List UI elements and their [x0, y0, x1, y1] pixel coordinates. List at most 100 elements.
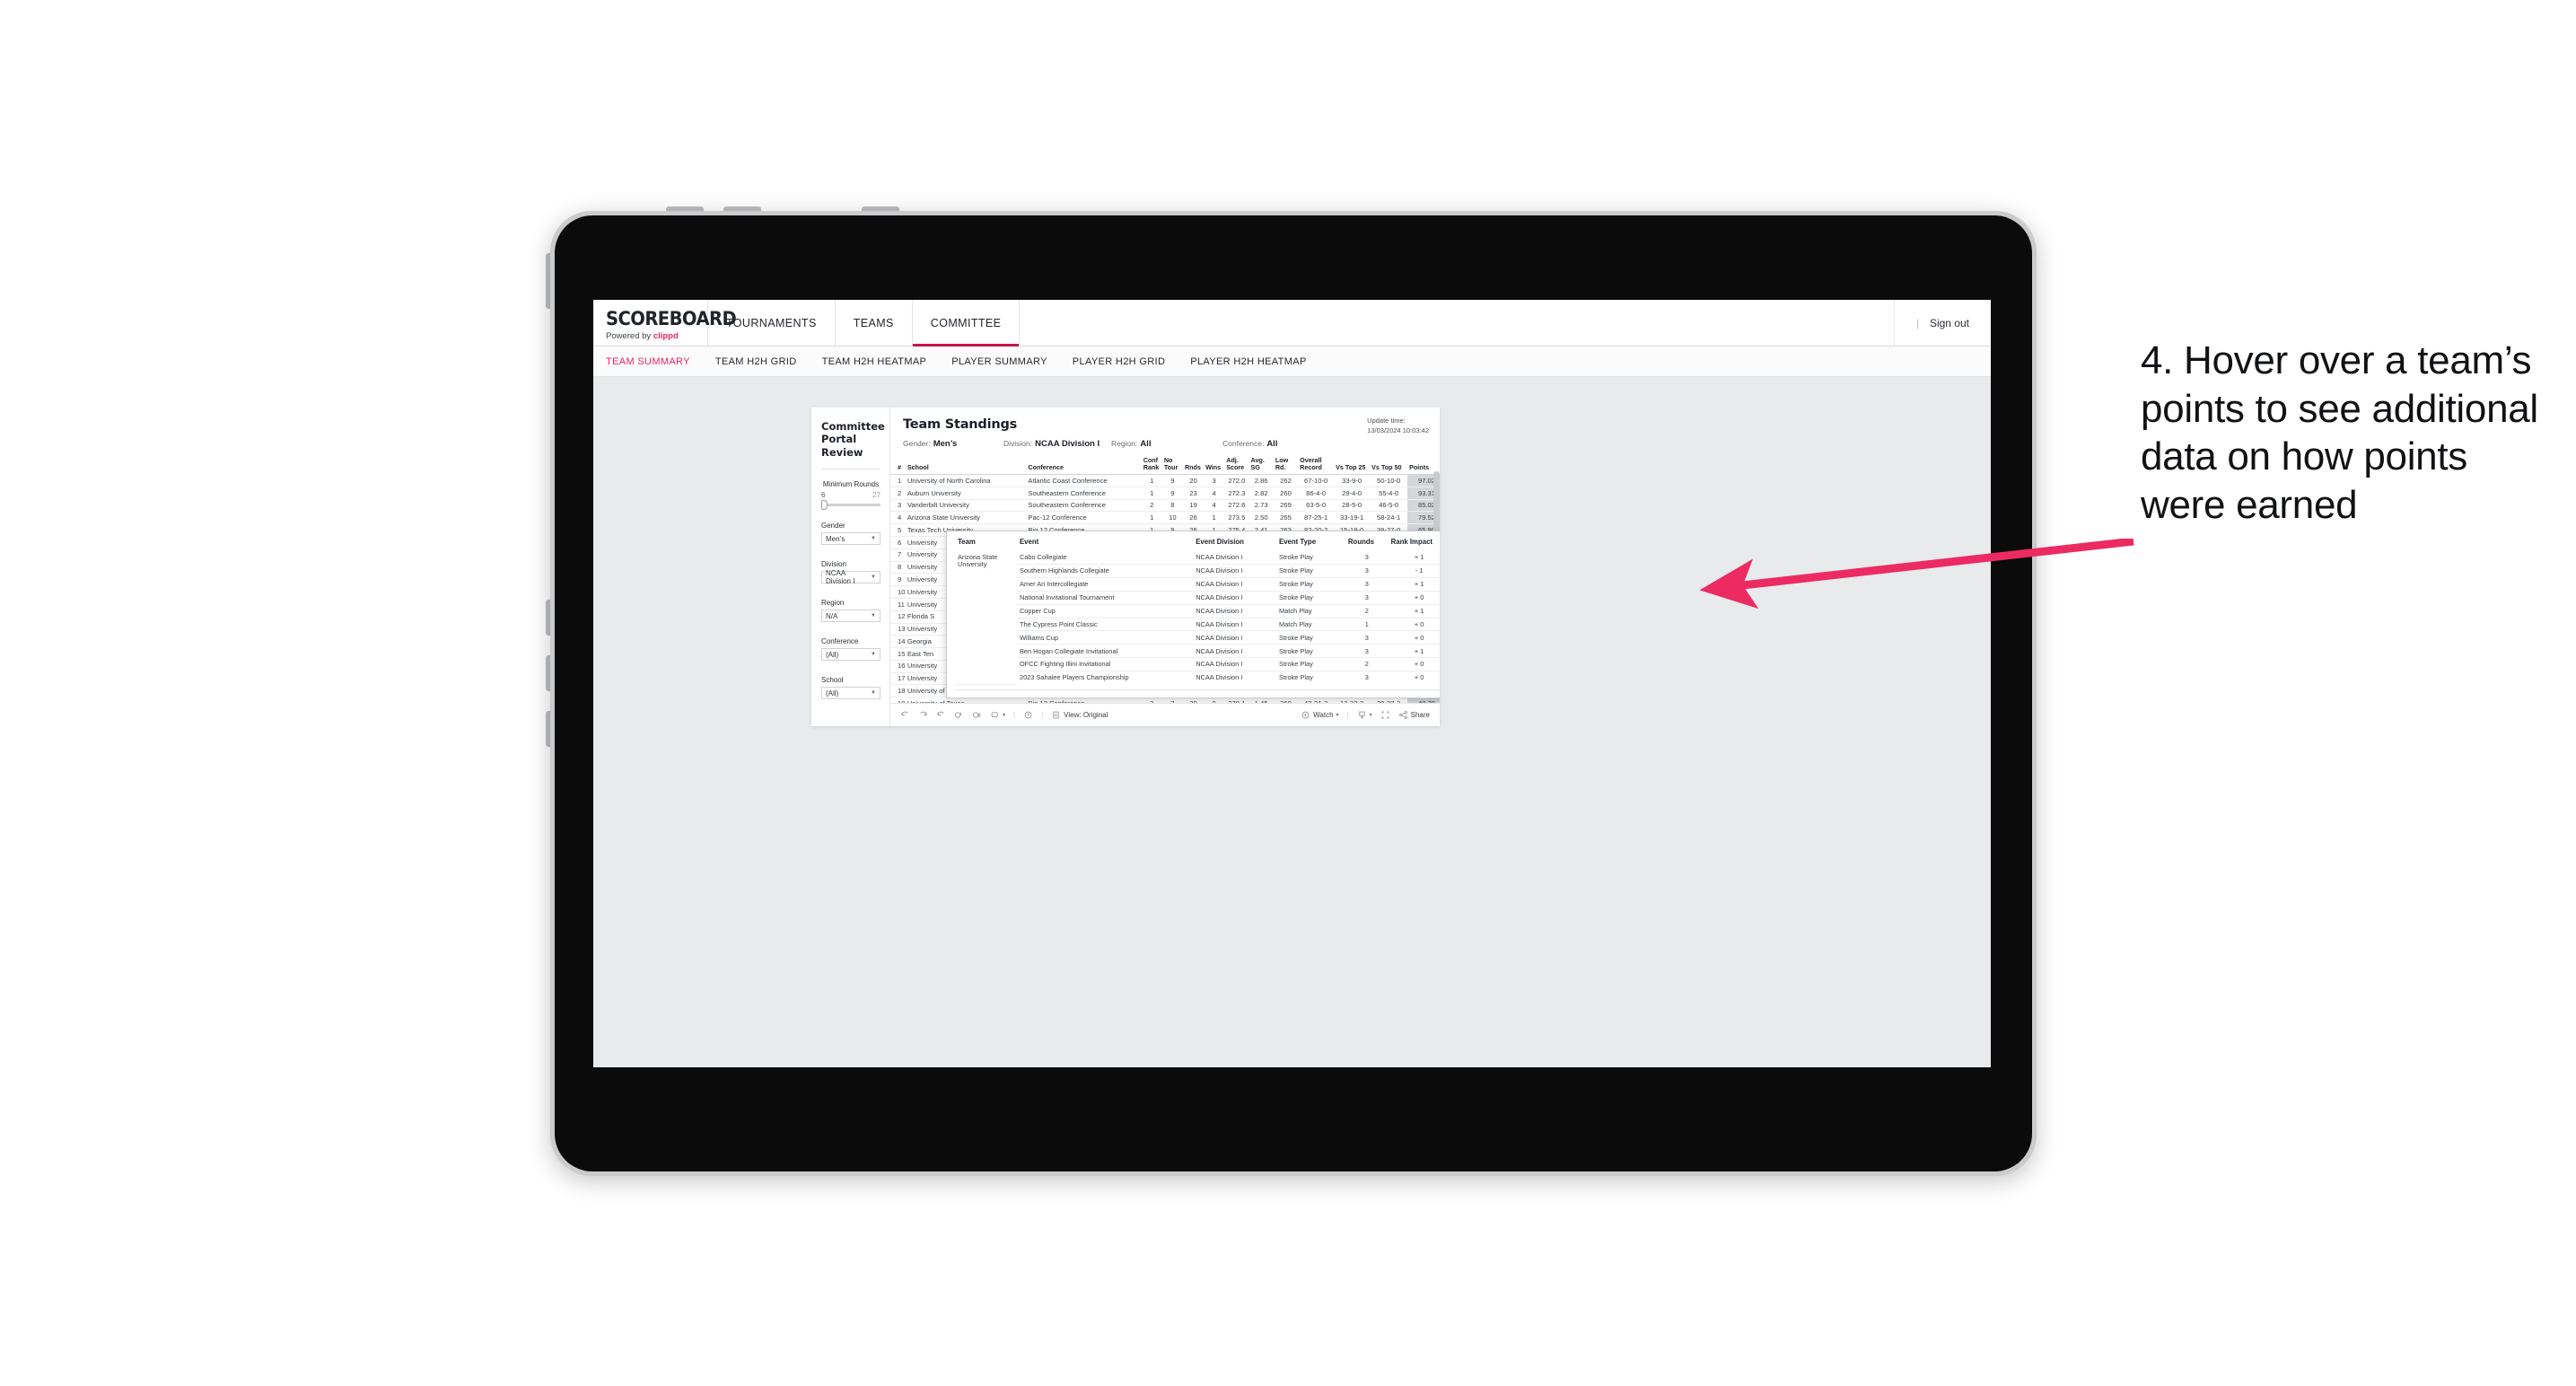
view-original-button[interactable]: View: Original [1051, 710, 1108, 720]
col-rank[interactable]: # [890, 457, 906, 476]
filter-select-school[interactable]: (All) ▼ [821, 687, 881, 700]
filter-school: School (All) ▼ [821, 676, 881, 700]
summary-gender-label: Gender: [903, 439, 931, 448]
topnav-item-tournaments[interactable]: TOURNAMENTS [708, 300, 836, 346]
subnav-item-player-h2h-heatmap[interactable]: PLAYER H2H HEATMAP [1190, 356, 1306, 367]
col-school[interactable]: School [905, 457, 1027, 476]
slider-thumb[interactable] [821, 500, 828, 511]
col-vs-top-25[interactable]: Vs Top 25 [1334, 457, 1371, 476]
filter-division: Division NCAA Division I ▼ [821, 560, 881, 586]
view-icon [1051, 710, 1061, 720]
cell-no-tour: 9 [1161, 487, 1183, 500]
pan-tool-dropdown[interactable]: ▾ [990, 710, 1005, 720]
filter-select-region[interactable]: N/A ▼ [821, 610, 881, 623]
toolbar-separator-1: | [1013, 711, 1016, 719]
table-row[interactable]: 3 Vanderbilt University Southeastern Confe… [890, 499, 1440, 513]
tooltip-cell-impact: + 1 [1388, 550, 1440, 565]
chevron-down-icon: ▼ [871, 613, 876, 619]
filter-value-conference: (All) [826, 650, 839, 659]
tooltip-cell-division: NCAA Division I [1193, 618, 1277, 632]
cell-adj-score: 272.0 [1224, 474, 1249, 487]
filter-select-gender[interactable]: Men’s ▼ [821, 532, 881, 546]
col-rnds[interactable]: Rnds [1182, 457, 1205, 476]
table-row[interactable]: 2 Auburn University Southeastern Conferenc… [890, 487, 1440, 500]
tooltip-cell-rounds: 3 [1345, 550, 1389, 565]
download-button[interactable]: ▾ [1357, 710, 1372, 720]
redo-icon[interactable] [918, 710, 928, 720]
col-no-tour[interactable]: No Tour [1161, 457, 1183, 476]
cell-rank: 10 [890, 585, 906, 599]
share-button[interactable]: Share [1398, 710, 1430, 720]
filter-value-division: NCAA Division I [826, 569, 855, 586]
tooltip-row: Copper CupNCAA Division IMatch Play2+ 14… [955, 604, 1440, 618]
vertical-scrollbar[interactable] [1433, 471, 1440, 536]
summary-region-value: All [1140, 439, 1152, 449]
standings-header-row: # School Conference Conf Rank No Tour Rn… [890, 457, 1440, 476]
col-avg-sg[interactable]: Avg. SG [1249, 457, 1274, 476]
dashboard-body: Committee Portal Review Minimum Rounds 6… [811, 408, 1440, 726]
col-adj-score[interactable]: Adj. Score [1224, 457, 1249, 476]
cell-low-rd: 265 [1273, 511, 1299, 525]
history-icon[interactable] [1023, 710, 1033, 720]
summary-region: Region: All [1111, 439, 1222, 449]
cell-vs50: 55-4-0 [1370, 487, 1408, 500]
subnav-item-team-h2h-grid[interactable]: TEAM H2H GRID [715, 356, 797, 367]
filter-minimum-rounds[interactable]: Minimum Rounds 6 27 [821, 480, 881, 511]
topnav-item-teams[interactable]: TEAMS [836, 300, 913, 346]
filter-select-conference[interactable]: (All) ▼ [821, 648, 881, 662]
annotation-arrow [1699, 539, 2134, 610]
subnav-item-team-h2h-heatmap[interactable]: TEAM H2H HEATMAP [822, 356, 927, 367]
filter-gender: Gender Men’s ▼ [821, 522, 881, 546]
summary-region-label: Region: [1111, 439, 1138, 448]
col-wins[interactable]: Wins [1204, 457, 1225, 476]
brand-title: SCOREBOARD [606, 308, 737, 329]
col-conference[interactable]: Conference [1026, 457, 1142, 476]
topnav-item-committee[interactable]: COMMITTEE [912, 300, 1021, 346]
tt-col-rounds: Rounds [1347, 538, 1374, 547]
table-row[interactable]: 4 Arizona State University Pac-12 Conferen… [890, 511, 1440, 525]
col-vs-top-50[interactable]: Vs Top 50 [1370, 457, 1408, 476]
tooltip-cell-rounds: 3 [1345, 564, 1389, 578]
pause-icon[interactable] [972, 710, 982, 720]
cell-rank: 16 [890, 660, 906, 673]
share-label: Share [1410, 711, 1430, 719]
tooltip-cell-event: National Invitational Tournament [1016, 591, 1194, 605]
tooltip-cell-rounds: 3 [1345, 630, 1389, 645]
cell-rank: 18 [890, 684, 906, 698]
standings-table-head: # School Conference Conf Rank No Tour Rn… [890, 457, 1440, 476]
cell-conf-rank: 1 [1141, 474, 1162, 487]
tooltip-cell-rounds: 3 [1345, 644, 1389, 659]
table-row[interactable]: 1 University of North Carolina Atlantic Co… [890, 474, 1440, 487]
fullscreen-icon[interactable] [1380, 710, 1390, 720]
subnav-item-player-summary[interactable]: PLAYER SUMMARY [951, 356, 1047, 367]
cell-vs25: 29-4-0 [1334, 487, 1371, 500]
cell-school: Vanderbilt University [905, 499, 1027, 513]
brand-logo[interactable]: SCOREBOARD Powered by clippd [593, 300, 737, 346]
slider-min-value: 6 [821, 491, 826, 500]
share-icon [1398, 710, 1408, 720]
revert-icon[interactable] [936, 710, 946, 720]
filter-select-division[interactable]: NCAA Division I ▼ [821, 569, 881, 586]
col-overall-record[interactable]: Overall Record [1298, 457, 1335, 476]
col-conf-rank[interactable]: Conf Rank [1141, 457, 1162, 476]
watch-button[interactable]: Watch ▾ [1301, 710, 1339, 720]
col-low-rd[interactable]: Low Rd. [1273, 457, 1299, 476]
subnav-item-player-h2h-grid[interactable]: PLAYER H2H GRID [1073, 356, 1165, 367]
sign-out-link[interactable]: Sign out [1930, 317, 1969, 329]
undo-icon[interactable] [900, 710, 910, 720]
refresh-icon[interactable] [954, 710, 964, 720]
filter-conference: Conference (All) ▼ [821, 637, 881, 662]
tooltip-cell-type: Stroke Play [1276, 577, 1345, 592]
subnav-item-team-summary[interactable]: TEAM SUMMARY [606, 356, 690, 367]
filter-label-region: Region [821, 599, 845, 608]
filter-label-school: School [821, 676, 844, 685]
summary-conference-value: All [1266, 439, 1278, 449]
tooltip-row: Arizona State University Cabo Collegiate N… [955, 550, 1440, 685]
cell-low-rd: 260 [1273, 487, 1299, 500]
cell-conference: Pac-12 Conference [1026, 511, 1142, 525]
slider-track[interactable] [821, 500, 881, 511]
viz-toolbar: ▾ | | View: Original Watch ▾ | ▾ Share [890, 703, 1440, 726]
tooltip-cell-impact: + 1 [1388, 644, 1440, 659]
tt-col-event: Event [1019, 538, 1039, 547]
chevron-down-icon: ▼ [871, 575, 876, 581]
